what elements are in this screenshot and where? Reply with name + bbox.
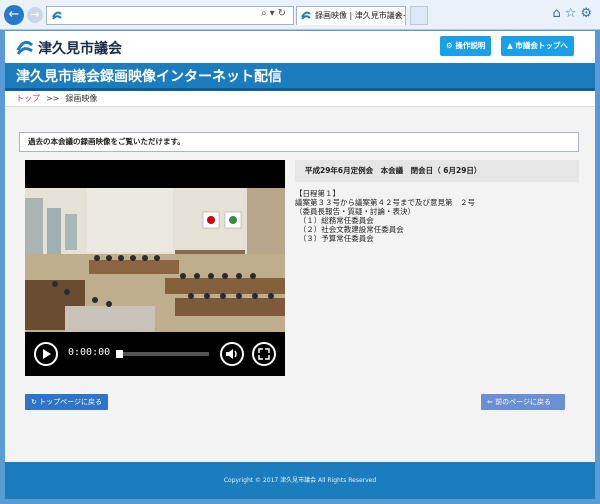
site-icon	[52, 11, 62, 20]
agenda-list: 【日程第１】 議案第３３号から議案第４２号まで及び意見第 ２号 （委員長報告・質…	[295, 189, 579, 243]
agenda-line: （３）予算常任委員会	[295, 234, 374, 243]
breadcrumb: トップ >> 録画映像	[5, 91, 595, 107]
volume-button[interactable]	[220, 342, 244, 366]
time-display: 0:00:00	[68, 347, 111, 358]
help-button[interactable]: ⚙ 操作説明	[440, 36, 492, 56]
page-title: 津久見市議会録画映像インターネット配信	[5, 63, 595, 91]
back-arrow-icon[interactable]: ←	[4, 5, 24, 25]
back-to-top-button[interactable]: ↻ トップページに戻る	[25, 394, 108, 410]
notice-box: 過去の本会議の録画映像をご覧いただけます。	[19, 132, 579, 152]
play-icon	[43, 349, 51, 359]
browser-icons[interactable]: ⌂☆⚙	[552, 6, 596, 21]
agenda-line: 【日程第１】	[295, 189, 340, 198]
fullscreen-icon	[258, 348, 270, 360]
video-frame	[25, 188, 285, 332]
tab-title: 録画映像 | 津久見市議会イ...	[315, 11, 405, 20]
tab-current[interactable]: 録画映像 | 津久見市議会イ... ×	[296, 6, 406, 25]
agenda-line: （委員長報告・質疑・討論・表決）	[295, 207, 415, 216]
main-content: 過去の本会議の録画映像をご覧いただけます。	[19, 132, 579, 152]
web-page: 津久見市議会 ⚙ 操作説明 ▲ 市議会トップへ 津久見市議会録画映像インターネッ…	[5, 31, 595, 499]
browser-toolbar: ← → ⌕▾↻ 録画映像 | 津久見市議会イ... × ⌂☆⚙	[0, 0, 600, 30]
address-bar[interactable]: ⌕▾↻	[46, 6, 294, 25]
volume-icon	[226, 349, 237, 359]
agenda-line: （２）社会文教建設常任委員会	[295, 225, 404, 234]
site-icon	[301, 11, 311, 20]
close-tab-icon[interactable]: ×	[394, 7, 402, 25]
video-player[interactable]: 0:00:00	[25, 160, 285, 376]
logo-icon	[16, 40, 33, 55]
forward-arrow-icon[interactable]: →	[27, 7, 43, 23]
new-tab-button[interactable]	[410, 6, 428, 25]
seek-handle[interactable]	[116, 350, 123, 358]
fullscreen-button[interactable]	[252, 342, 276, 366]
site-header: 津久見市議会 ⚙ 操作説明 ▲ 市議会トップへ	[5, 31, 595, 63]
player-controls: 0:00:00	[25, 332, 285, 376]
council-top-button[interactable]: ▲ 市議会トップへ	[501, 36, 574, 56]
seek-bar[interactable]	[116, 350, 209, 358]
agenda-line: （１）総務常任委員会	[295, 216, 374, 225]
play-button[interactable]	[34, 342, 58, 366]
previous-page-button[interactable]: ⇐ 前のページに戻る	[481, 394, 565, 410]
breadcrumb-current: 録画映像	[65, 94, 98, 103]
footer: Copyright © 2017 津久見市議会 All Rights Reser…	[5, 462, 595, 499]
agenda-line: 議案第３３号から議案第４２号まで及び意見第 ２号	[295, 198, 475, 207]
meeting-title: 平成29年6月定例会 本会議 閉会日（ 6月29日）	[295, 160, 579, 182]
site-logo-text[interactable]: 津久見市議会	[38, 38, 122, 58]
breadcrumb-home-link[interactable]: トップ	[16, 94, 40, 103]
address-tools-icon[interactable]: ⌕▾↻	[261, 8, 289, 19]
